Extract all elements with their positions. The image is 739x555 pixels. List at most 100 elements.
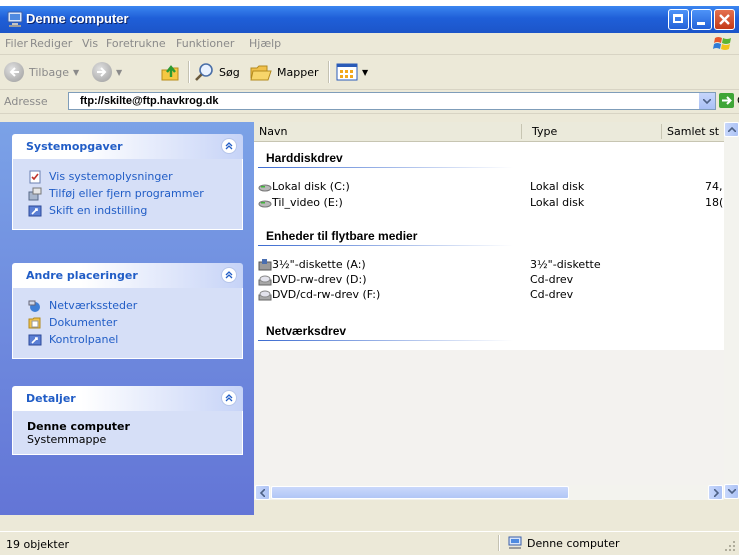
column-type[interactable]: Type: [532, 125, 557, 138]
menu-tools[interactable]: Funktioner: [176, 37, 234, 50]
task-change-setting[interactable]: Skift en indstilling: [13, 202, 242, 219]
group-header-harddisk: Harddiskdrev: [266, 151, 343, 165]
minimize-button[interactable]: [691, 9, 712, 30]
dvd-drive-icon: [258, 290, 272, 301]
arrow-left-icon: [260, 489, 265, 497]
list-item[interactable]: Til_video (E:) Lokal disk 18(: [258, 196, 724, 211]
status-bar: 19 objekter Denne computer: [0, 531, 739, 555]
collapse-button[interactable]: [221, 390, 237, 406]
views-icon: [336, 63, 358, 81]
scroll-right-button[interactable]: [708, 485, 723, 500]
scrollbar-corner: [724, 499, 739, 515]
list-item[interactable]: 3½"-diskette (A:) 3½"-diskette: [258, 258, 724, 273]
hard-drive-icon: [258, 184, 272, 192]
add-remove-programs-icon: [28, 187, 42, 200]
back-button[interactable]: Tilbage ▼: [4, 60, 79, 84]
vertical-scrollbar[interactable]: [724, 122, 739, 499]
status-location-label: Denne computer: [527, 536, 620, 550]
views-dropdown-icon[interactable]: ▼: [362, 68, 368, 77]
column-divider[interactable]: [661, 124, 662, 139]
forward-dropdown-icon[interactable]: ▼: [116, 68, 122, 77]
item-name: 3½"-diskette (A:): [272, 258, 366, 271]
explorer-window: Denne computer Filer Rediger Vis Foretru…: [0, 6, 739, 555]
list-item[interactable]: DVD-rw-drev (D:) Cd-drev: [258, 273, 724, 288]
close-button[interactable]: [714, 9, 735, 30]
file-list[interactable]: Navn Type Samlet st Harddiskdrev Lokal d…: [254, 122, 724, 491]
collapse-button[interactable]: [221, 267, 237, 283]
column-divider[interactable]: [521, 124, 522, 139]
system-tasks-header[interactable]: Systemopgaver: [12, 134, 243, 159]
address-bar: Adresse ftp://skilte@ftp.havkrog.dk Gå: [0, 90, 739, 114]
double-chevron-up-icon: [225, 142, 233, 150]
address-value[interactable]: ftp://skilte@ftp.havkrog.dk: [80, 95, 218, 107]
item-name: DVD/cd-rw-drev (F:): [272, 288, 381, 301]
place-network[interactable]: Netværkssteder: [13, 297, 242, 314]
place-documents[interactable]: Dokumenter: [13, 314, 242, 331]
column-name[interactable]: Navn: [259, 125, 287, 138]
menu-help[interactable]: Hjælp: [249, 37, 281, 50]
chevron-down-icon: [703, 99, 711, 104]
other-places-body: Netværkssteder Dokumenter Kontrolpanel: [12, 288, 243, 359]
back-label: Tilbage: [29, 65, 69, 79]
item-type: Cd-drev: [530, 288, 574, 301]
toolbar-separator: [328, 61, 330, 83]
go-arrow-icon: [719, 93, 734, 108]
place-control-panel[interactable]: Kontrolpanel: [13, 331, 242, 348]
toolbar: Tilbage ▼ ▼ Søg Mapper ▼: [0, 55, 739, 90]
folders-button[interactable]: Mapper: [250, 60, 319, 84]
task-pane: Systemopgaver Vis systemoplysninger Tilf…: [0, 122, 254, 515]
details-type: Systemmappe: [27, 433, 107, 446]
maximize-button[interactable]: [668, 9, 689, 30]
up-folder-icon: [161, 65, 179, 81]
menu-edit[interactable]: Rediger: [30, 37, 72, 50]
folders-icon: [250, 65, 272, 81]
details-panel: Detaljer Denne computer Systemmappe: [12, 386, 243, 455]
place-label: Netværkssteder: [49, 299, 138, 312]
scroll-thumb[interactable]: [271, 486, 569, 499]
item-type: Lokal disk: [530, 196, 585, 209]
place-label: Dokumenter: [49, 316, 118, 329]
task-view-system-info[interactable]: Vis systemoplysninger: [13, 168, 242, 185]
go-button[interactable]: Gå: [719, 93, 739, 108]
menu-file[interactable]: Filer: [5, 37, 28, 50]
double-chevron-up-icon: [225, 394, 233, 402]
address-dropdown-button[interactable]: [698, 93, 715, 109]
item-type: 3½"-diskette: [530, 258, 601, 271]
item-size: 18(: [705, 196, 724, 209]
task-add-remove-programs[interactable]: Tilføj eller fjern programmer: [13, 185, 242, 202]
computer-icon: [7, 11, 23, 27]
column-size[interactable]: Samlet st: [667, 125, 719, 138]
resize-grip-icon[interactable]: [724, 540, 736, 552]
forward-button[interactable]: ▼: [92, 60, 122, 84]
menu-favorites[interactable]: Foretrukne: [106, 37, 166, 50]
scroll-up-button[interactable]: [724, 122, 739, 137]
search-button[interactable]: Søg: [194, 60, 240, 84]
collapse-button[interactable]: [221, 138, 237, 154]
up-folder-button[interactable]: [160, 60, 182, 84]
double-chevron-up-icon: [225, 271, 233, 279]
details-body: Denne computer Systemmappe: [12, 411, 243, 455]
search-label: Søg: [219, 65, 240, 79]
scroll-left-button[interactable]: [255, 485, 270, 500]
other-places-header[interactable]: Andre placeringer: [12, 263, 243, 288]
status-location: Denne computer: [507, 536, 620, 550]
hard-drive-icon: [258, 200, 272, 208]
arrow-up-icon: [728, 127, 736, 132]
computer-icon: [508, 536, 522, 549]
list-item[interactable]: DVD/cd-rw-drev (F:) Cd-drev: [258, 288, 724, 303]
list-item[interactable]: Lokal disk (C:) Lokal disk 74,!: [258, 180, 724, 195]
views-button[interactable]: ▼: [336, 60, 368, 84]
forward-arrow-icon: [92, 62, 112, 82]
title-bar[interactable]: Denne computer: [0, 6, 739, 33]
back-dropdown-icon[interactable]: ▼: [73, 68, 79, 77]
details-header[interactable]: Detaljer: [12, 386, 243, 411]
address-label: Adresse: [4, 95, 48, 108]
task-label: Skift en indstilling: [49, 204, 148, 217]
scroll-down-button[interactable]: [724, 484, 739, 499]
menu-view[interactable]: Vis: [82, 37, 98, 50]
address-input[interactable]: ftp://skilte@ftp.havkrog.dk: [68, 92, 716, 110]
horizontal-scrollbar[interactable]: [254, 485, 724, 500]
group-header-network: Netværksdrev: [266, 324, 347, 338]
folders-label: Mapper: [277, 65, 319, 79]
documents-folder-icon: [28, 317, 41, 328]
